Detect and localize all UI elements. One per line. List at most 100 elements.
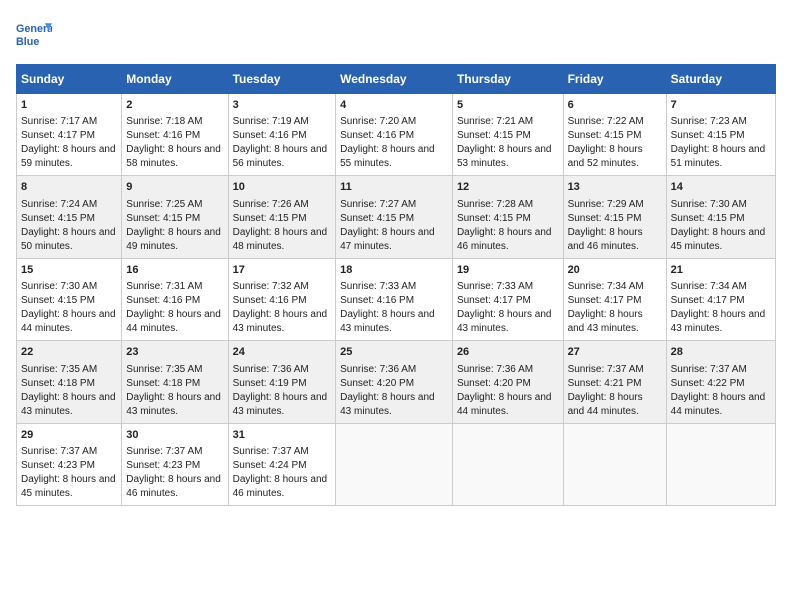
page-header: General Blue xyxy=(16,16,776,52)
daylight: Daylight: 8 hours and 45 minutes. xyxy=(21,474,116,499)
day-number: 25 xyxy=(340,345,448,360)
day-number: 21 xyxy=(671,263,771,278)
day-number: 11 xyxy=(340,180,448,195)
daylight: Daylight: 8 hours and 53 minutes. xyxy=(457,144,552,169)
calendar-table: SundayMondayTuesdayWednesdayThursdayFrid… xyxy=(16,64,776,506)
day-number: 23 xyxy=(126,345,223,360)
sunrise: Sunrise: 7:27 AM xyxy=(340,199,416,210)
sunrise: Sunrise: 7:24 AM xyxy=(21,199,97,210)
daylight: Daylight: 8 hours and 51 minutes. xyxy=(671,144,766,169)
sunset: Sunset: 4:18 PM xyxy=(126,378,200,389)
daylight: Daylight: 8 hours and 43 minutes. xyxy=(457,309,552,334)
calendar-cell: 20Sunrise: 7:34 AMSunset: 4:17 PMDayligh… xyxy=(563,258,666,340)
calendar-cell: 4Sunrise: 7:20 AMSunset: 4:16 PMDaylight… xyxy=(336,94,453,176)
daylight: Daylight: 8 hours and 43 minutes. xyxy=(233,392,328,417)
sunrise: Sunrise: 7:21 AM xyxy=(457,116,533,127)
calendar-cell xyxy=(666,423,775,505)
sunrise: Sunrise: 7:20 AM xyxy=(340,116,416,127)
calendar-cell xyxy=(452,423,563,505)
sunrise: Sunrise: 7:26 AM xyxy=(233,199,309,210)
calendar-cell: 19Sunrise: 7:33 AMSunset: 4:17 PMDayligh… xyxy=(452,258,563,340)
day-number: 6 xyxy=(568,98,662,113)
sunset: Sunset: 4:18 PM xyxy=(21,378,95,389)
calendar-cell: 1Sunrise: 7:17 AMSunset: 4:17 PMDaylight… xyxy=(17,94,122,176)
sunset: Sunset: 4:21 PM xyxy=(568,378,642,389)
day-number: 12 xyxy=(457,180,559,195)
day-number: 26 xyxy=(457,345,559,360)
sunrise: Sunrise: 7:37 AM xyxy=(126,446,202,457)
sunrise: Sunrise: 7:37 AM xyxy=(568,364,644,375)
svg-text:Blue: Blue xyxy=(16,36,39,48)
calendar-cell: 3Sunrise: 7:19 AMSunset: 4:16 PMDaylight… xyxy=(228,94,336,176)
sunrise: Sunrise: 7:17 AM xyxy=(21,116,97,127)
sunset: Sunset: 4:15 PM xyxy=(21,295,95,306)
day-number: 19 xyxy=(457,263,559,278)
sunset: Sunset: 4:23 PM xyxy=(21,460,95,471)
calendar-cell: 12Sunrise: 7:28 AMSunset: 4:15 PMDayligh… xyxy=(452,176,563,258)
sunset: Sunset: 4:23 PM xyxy=(126,460,200,471)
daylight: Daylight: 8 hours and 59 minutes. xyxy=(21,144,116,169)
header-day-tuesday: Tuesday xyxy=(228,65,336,94)
calendar-cell: 5Sunrise: 7:21 AMSunset: 4:15 PMDaylight… xyxy=(452,94,563,176)
logo-icon: General Blue xyxy=(16,16,52,52)
day-number: 30 xyxy=(126,428,223,443)
daylight: Daylight: 8 hours and 46 minutes. xyxy=(233,474,328,499)
sunrise: Sunrise: 7:23 AM xyxy=(671,116,747,127)
sunset: Sunset: 4:15 PM xyxy=(340,213,414,224)
sunrise: Sunrise: 7:36 AM xyxy=(340,364,416,375)
sunset: Sunset: 4:17 PM xyxy=(671,295,745,306)
daylight: Daylight: 8 hours and 47 minutes. xyxy=(340,227,435,252)
sunrise: Sunrise: 7:32 AM xyxy=(233,281,309,292)
day-number: 10 xyxy=(233,180,332,195)
daylight: Daylight: 8 hours and 43 minutes. xyxy=(233,309,328,334)
day-number: 15 xyxy=(21,263,117,278)
sunset: Sunset: 4:16 PM xyxy=(340,295,414,306)
header-day-sunday: Sunday xyxy=(17,65,122,94)
sunset: Sunset: 4:15 PM xyxy=(126,213,200,224)
day-number: 14 xyxy=(671,180,771,195)
daylight: Daylight: 8 hours and 44 minutes. xyxy=(671,392,766,417)
day-number: 4 xyxy=(340,98,448,113)
header-day-thursday: Thursday xyxy=(452,65,563,94)
sunset: Sunset: 4:15 PM xyxy=(457,213,531,224)
daylight: Daylight: 8 hours and 43 minutes. xyxy=(568,309,643,334)
sunset: Sunset: 4:15 PM xyxy=(233,213,307,224)
sunset: Sunset: 4:19 PM xyxy=(233,378,307,389)
header-day-wednesday: Wednesday xyxy=(336,65,453,94)
sunrise: Sunrise: 7:30 AM xyxy=(21,281,97,292)
calendar-cell: 2Sunrise: 7:18 AMSunset: 4:16 PMDaylight… xyxy=(122,94,228,176)
day-number: 18 xyxy=(340,263,448,278)
daylight: Daylight: 8 hours and 55 minutes. xyxy=(340,144,435,169)
day-number: 20 xyxy=(568,263,662,278)
header-day-monday: Monday xyxy=(122,65,228,94)
daylight: Daylight: 8 hours and 46 minutes. xyxy=(568,227,643,252)
header-day-saturday: Saturday xyxy=(666,65,775,94)
calendar-cell: 23Sunrise: 7:35 AMSunset: 4:18 PMDayligh… xyxy=(122,341,228,423)
header-row: SundayMondayTuesdayWednesdayThursdayFrid… xyxy=(17,65,776,94)
calendar-cell: 22Sunrise: 7:35 AMSunset: 4:18 PMDayligh… xyxy=(17,341,122,423)
sunset: Sunset: 4:15 PM xyxy=(568,213,642,224)
sunrise: Sunrise: 7:33 AM xyxy=(457,281,533,292)
sunset: Sunset: 4:16 PM xyxy=(126,130,200,141)
daylight: Daylight: 8 hours and 58 minutes. xyxy=(126,144,221,169)
day-number: 31 xyxy=(233,428,332,443)
day-number: 13 xyxy=(568,180,662,195)
sunrise: Sunrise: 7:34 AM xyxy=(671,281,747,292)
calendar-cell: 26Sunrise: 7:36 AMSunset: 4:20 PMDayligh… xyxy=(452,341,563,423)
sunrise: Sunrise: 7:36 AM xyxy=(233,364,309,375)
sunset: Sunset: 4:16 PM xyxy=(233,130,307,141)
daylight: Daylight: 8 hours and 43 minutes. xyxy=(671,309,766,334)
daylight: Daylight: 8 hours and 43 minutes. xyxy=(21,392,116,417)
daylight: Daylight: 8 hours and 46 minutes. xyxy=(457,227,552,252)
daylight: Daylight: 8 hours and 44 minutes. xyxy=(21,309,116,334)
sunset: Sunset: 4:15 PM xyxy=(21,213,95,224)
daylight: Daylight: 8 hours and 43 minutes. xyxy=(126,392,221,417)
sunrise: Sunrise: 7:36 AM xyxy=(457,364,533,375)
daylight: Daylight: 8 hours and 49 minutes. xyxy=(126,227,221,252)
calendar-cell: 14Sunrise: 7:30 AMSunset: 4:15 PMDayligh… xyxy=(666,176,775,258)
week-row-5: 29Sunrise: 7:37 AMSunset: 4:23 PMDayligh… xyxy=(17,423,776,505)
calendar-cell: 8Sunrise: 7:24 AMSunset: 4:15 PMDaylight… xyxy=(17,176,122,258)
sunrise: Sunrise: 7:19 AM xyxy=(233,116,309,127)
day-number: 22 xyxy=(21,345,117,360)
sunset: Sunset: 4:15 PM xyxy=(671,213,745,224)
